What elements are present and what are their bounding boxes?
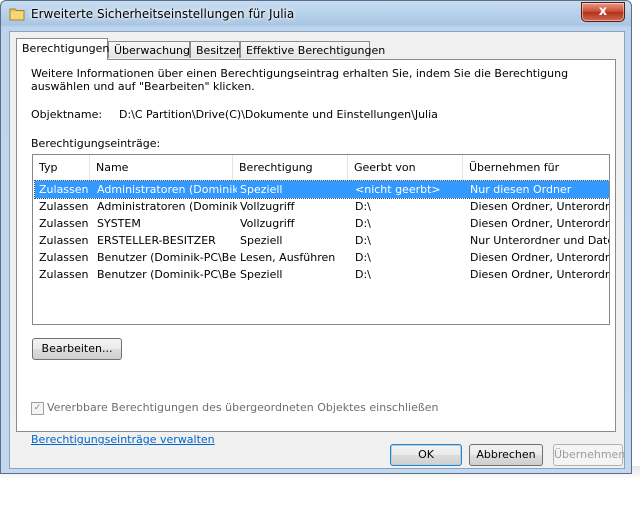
permissions-panel: Weitere Informationen über einen Berecht… (16, 59, 616, 446)
cell-geerbt-von: D:\ (355, 217, 371, 230)
cell-typ: Zulassen (39, 251, 89, 264)
column-header-geerbt-von[interactable]: Geerbt von (348, 155, 463, 180)
permission-entries-list[interactable]: Typ Name Berechtigung Geerbt von Überneh… (32, 154, 610, 325)
cell-uebernehmen-fuer: Diesen Ordner, Unterordn... (470, 251, 610, 264)
close-button[interactable]: x (581, 2, 625, 22)
manage-entries-link[interactable]: Berechtigungseinträge verwalten (31, 433, 215, 446)
inherit-checkbox[interactable]: ✓ (31, 402, 44, 415)
cell-typ: Zulassen (39, 217, 89, 230)
object-name-label: Objektname: (31, 108, 103, 121)
cell-typ: Zulassen (39, 268, 89, 281)
cell-geerbt-von: D:\ (355, 251, 371, 264)
column-header-name[interactable]: Name (90, 155, 233, 180)
cell-uebernehmen-fuer: Diesen Ordner, Unterordn... (470, 200, 610, 213)
tab-berechtigungen[interactable]: Berechtigungen (16, 38, 109, 60)
cell-berechtigung: Lesen, Ausführen (240, 251, 336, 264)
dialog-client-area: Berechtigungen Überwachung Besitzer Effe… (9, 31, 625, 469)
table-row[interactable]: Zulassen ERSTELLER-BESITZER Speziell D:\ Nur… (35, 232, 609, 249)
permission-entries-label: Berechtigungseinträge: (31, 137, 161, 150)
folder-icon (9, 8, 25, 21)
table-row[interactable]: Zulassen Benutzer (Dominik-PC\Be... Spezie… (35, 266, 609, 283)
cell-name: Administratoren (Dominik-... (97, 200, 237, 213)
cell-name: ERSTELLER-BESITZER (97, 234, 216, 247)
cell-berechtigung: Speziell (240, 234, 283, 247)
table-row[interactable]: Zulassen Administratoren (Dominik-...Voll… (35, 198, 609, 215)
cell-uebernehmen-fuer: Nur Unterordner und Date... (470, 234, 610, 247)
cell-name: Benutzer (Dominik-PC\Be... (97, 251, 237, 264)
column-header-uebernehmen-fuer[interactable]: Übernehmen für (463, 155, 609, 180)
cell-uebernehmen-fuer: Diesen Ordner, Unterordner (470, 268, 610, 281)
cell-berechtigung: Speziell (240, 268, 283, 281)
cell-geerbt-von: D:\ (355, 200, 371, 213)
tab-ueberwachung[interactable]: Überwachung (108, 41, 190, 58)
cell-typ: Zulassen (39, 183, 89, 196)
table-row[interactable]: Zulassen SYSTEM Vollzugriff D:\ Diesen Ordne… (35, 215, 609, 232)
ok-button[interactable]: OK (390, 444, 462, 466)
cell-berechtigung: Speziell (240, 183, 283, 196)
column-header-berechtigung[interactable]: Berechtigung (233, 155, 348, 180)
cell-berechtigung: Vollzugriff (240, 217, 295, 230)
cell-geerbt-von: <nicht geerbt> (355, 183, 441, 196)
info-text: Weitere Informationen über einen Berecht… (31, 67, 569, 93)
close-icon: x (598, 4, 608, 19)
cell-geerbt-von: D:\ (355, 234, 371, 247)
cancel-button[interactable]: Abbrechen (469, 444, 543, 466)
edit-button[interactable]: Bearbeiten... (32, 338, 122, 360)
security-dialog: Erweiterte Sicherheitseinstellungen für … (0, 0, 632, 474)
cell-name: SYSTEM (97, 217, 141, 230)
cell-typ: Zulassen (39, 234, 89, 247)
cell-typ: Zulassen (39, 200, 89, 213)
tab-besitzer[interactable]: Besitzer (190, 41, 240, 58)
window-title: Erweiterte Sicherheitseinstellungen für … (31, 7, 295, 21)
cell-name: Administratoren (Dominik-... (97, 183, 237, 196)
cell-uebernehmen-fuer: Diesen Ordner, Unterordn... (470, 217, 610, 230)
apply-button[interactable]: Übernehmen (553, 444, 625, 466)
object-name-value: D:\C Partition\Drive(C)\Dokumente und Ei… (119, 108, 438, 121)
inherit-checkbox-label: Vererbbare Berechtigungen des übergeordn… (47, 401, 439, 414)
tab-effektive-berechtigungen[interactable]: Effektive Berechtigungen (240, 41, 385, 58)
cell-uebernehmen-fuer: Nur diesen Ordner (470, 183, 572, 196)
title-bar[interactable]: Erweiterte Sicherheitseinstellungen für … (1, 1, 631, 27)
cell-berechtigung: Vollzugriff (240, 200, 295, 213)
list-header: Typ Name Berechtigung Geerbt von Überneh… (33, 155, 609, 181)
table-row[interactable]: Zulassen Administratoren (Dominik-...Spez… (34, 180, 609, 199)
table-row[interactable]: Zulassen Benutzer (Dominik-PC\Be... Lesen,… (35, 249, 609, 266)
cell-geerbt-von: D:\ (355, 268, 371, 281)
column-header-typ[interactable]: Typ (33, 155, 90, 180)
cell-name: Benutzer (Dominik-PC\Be... (97, 268, 237, 281)
